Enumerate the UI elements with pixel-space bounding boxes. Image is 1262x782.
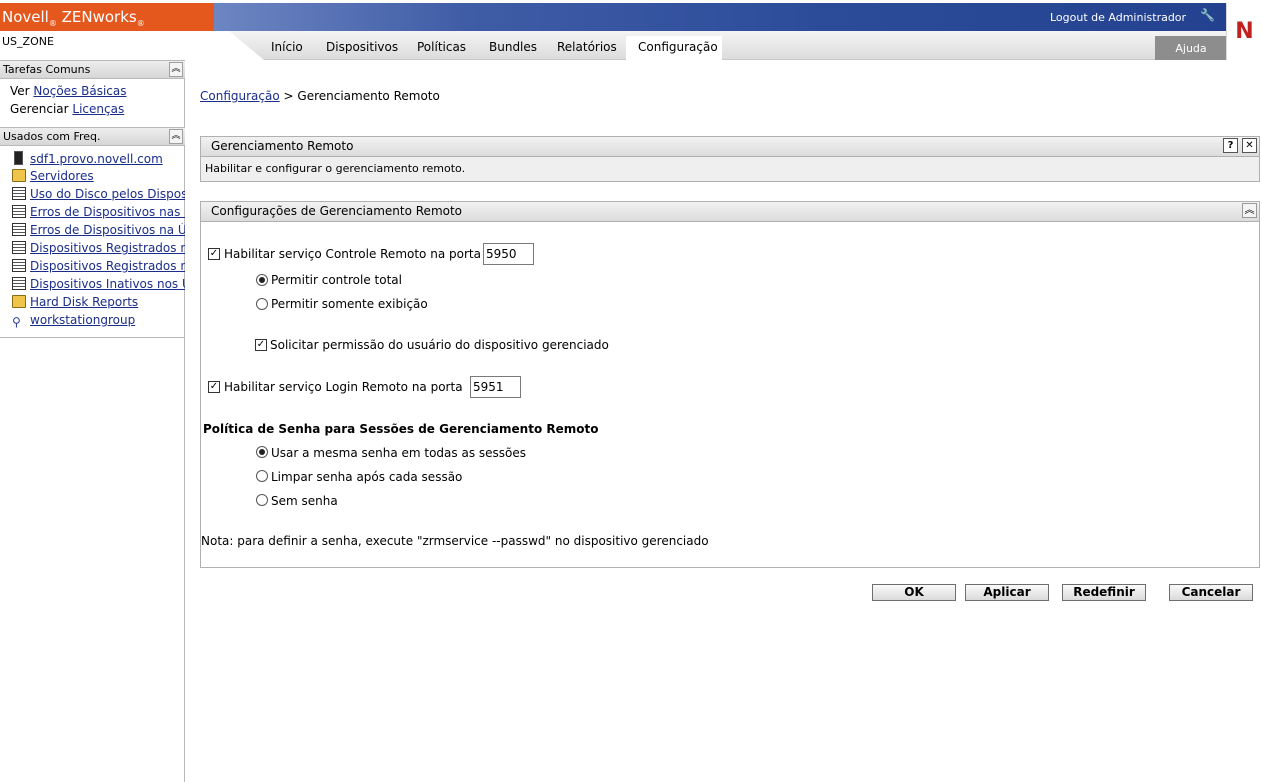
tab-relatorios[interactable]: Relatórios xyxy=(557,40,617,54)
view-only-label: Permitir somente exibição xyxy=(271,297,428,311)
report-icon xyxy=(12,205,26,218)
freq-link[interactable]: Uso do Disco pelos Dispositivos xyxy=(30,187,185,201)
freq-item[interactable]: Servidores xyxy=(12,169,185,187)
freq-item[interactable]: Erros de Dispositivos na Última xyxy=(12,223,185,241)
folder-icon xyxy=(12,295,26,308)
tab-politicas[interactable]: Políticas xyxy=(417,40,466,54)
ok-button[interactable]: OK xyxy=(872,584,956,601)
group-icon: ⚲ xyxy=(12,315,21,329)
tab-bundles[interactable]: Bundles xyxy=(489,40,537,54)
intro-panel-header: Gerenciamento Remoto ? ✕ xyxy=(200,136,1260,157)
password-clear-label: Limpar senha após cada sessão xyxy=(271,470,463,484)
report-icon xyxy=(12,259,26,272)
freq-link[interactable]: Servidores xyxy=(30,169,94,183)
full-control-radio[interactable] xyxy=(256,274,268,286)
ask-permission-checkbox[interactable]: ✓ xyxy=(255,339,267,351)
report-icon xyxy=(12,277,26,290)
intro-panel-title: Gerenciamento Remoto xyxy=(211,139,354,153)
app-header: Novell® ZENworks® Logout de Administrado… xyxy=(0,0,1262,60)
settings-panel-header: Configurações de Gerenciamento Remoto ︽ xyxy=(200,201,1260,222)
password-none-radio[interactable] xyxy=(256,494,268,506)
common-tasks-header: Tarefas Comuns ︽ xyxy=(0,60,185,79)
view-only-radio[interactable] xyxy=(256,298,268,310)
freq-link[interactable]: Dispositivos Inativos nos Últimos xyxy=(30,277,185,291)
collapse-icon[interactable]: ︽ xyxy=(169,62,183,77)
freq-item[interactable]: sdf1.provo.novell.com xyxy=(12,151,185,169)
breadcrumb: Configuração > Gerenciamento Remoto xyxy=(200,89,440,103)
freq-item[interactable]: Dispositivos Registrados nos xyxy=(12,241,185,259)
password-note: Nota: para definir a senha, execute "zrm… xyxy=(201,534,709,548)
intro-panel-description: Habilitar e configurar o gerenciamento r… xyxy=(205,162,466,175)
freq-link[interactable]: sdf1.provo.novell.com xyxy=(30,152,163,166)
freq-item[interactable]: Hard Disk Reports xyxy=(12,295,185,313)
breadcrumb-current: Gerenciamento Remoto xyxy=(297,89,440,103)
full-control-label: Permitir controle total xyxy=(271,273,402,287)
freq-link[interactable]: Erros de Dispositivos na Última xyxy=(30,223,185,237)
cancel-button[interactable]: Cancelar xyxy=(1169,584,1253,601)
folder-icon xyxy=(12,169,26,182)
remote-login-port-input[interactable] xyxy=(470,376,521,398)
freq-item[interactable]: Dispositivos Registrados nos xyxy=(12,259,185,277)
tab-dispositivos[interactable]: Dispositivos xyxy=(326,40,398,54)
remote-login-checkbox[interactable]: ✓ xyxy=(208,381,220,393)
remote-control-port-input[interactable] xyxy=(483,243,534,265)
password-same-label: Usar a mesma senha em todas as sessões xyxy=(271,446,527,460)
key-icon[interactable]: 🔧 xyxy=(1200,8,1215,22)
novell-zenworks-logo: Novell® ZENworks® xyxy=(0,3,214,31)
brand-zenworks: ZENworks xyxy=(61,8,137,26)
tab-inicio[interactable]: Início xyxy=(271,40,303,54)
ask-permission-label: Solicitar permissão do usuário do dispos… xyxy=(270,338,609,352)
report-icon xyxy=(12,223,26,236)
tab-configuracao[interactable]: Configuração xyxy=(638,40,718,54)
freq-item[interactable]: Erros de Dispositivos nas Últimas xyxy=(12,205,185,223)
intro-panel-body: Habilitar e configurar o gerenciamento r… xyxy=(200,157,1260,182)
collapse-icon[interactable]: ︽ xyxy=(169,129,183,144)
freq-link[interactable]: Dispositivos Registrados nos xyxy=(30,259,185,273)
freq-item[interactable]: Uso do Disco pelos Dispositivos xyxy=(12,187,185,205)
settings-panel-title: Configurações de Gerenciamento Remoto xyxy=(211,204,463,218)
common-tasks-title: Tarefas Comuns xyxy=(3,63,91,76)
freq-link[interactable]: Hard Disk Reports xyxy=(30,295,138,309)
remote-control-label: Habilitar serviço Controle Remoto na por… xyxy=(224,247,481,261)
server-icon xyxy=(14,151,23,165)
zone-bar: US_ZONE xyxy=(0,31,214,60)
task-link-basics[interactable]: Noções Básicas xyxy=(33,84,126,98)
brand-novell: Novell xyxy=(2,8,49,26)
breadcrumb-separator: > xyxy=(283,89,294,103)
task-prefix: Ver xyxy=(10,84,30,98)
remote-login-label: Habilitar serviço Login Remoto na porta xyxy=(224,380,463,394)
zone-label: US_ZONE xyxy=(2,35,54,48)
sidebar: Tarefas Comuns ︽ Ver Noções Básicas Gere… xyxy=(0,60,185,782)
frequently-used-title: Usados com Freq. xyxy=(3,130,101,143)
collapse-icon[interactable]: ︽ xyxy=(1242,203,1257,218)
password-same-radio[interactable] xyxy=(256,446,268,458)
breadcrumb-parent-link[interactable]: Configuração xyxy=(200,89,280,103)
registered-mark: ® xyxy=(136,19,145,28)
freq-item[interactable]: Dispositivos Inativos nos Últimos xyxy=(12,277,185,295)
task-prefix: Gerenciar xyxy=(10,102,69,116)
freq-link[interactable]: Dispositivos Registrados nos xyxy=(30,241,185,255)
freq-link[interactable]: workstationgroup xyxy=(30,313,135,327)
apply-button[interactable]: Aplicar xyxy=(965,584,1049,601)
logout-link[interactable]: Logout de Administrador xyxy=(1050,11,1186,24)
freq-item[interactable]: ⚲ workstationgroup xyxy=(12,313,185,331)
frequently-used-header: Usados com Freq. ︽ xyxy=(0,127,185,146)
close-icon[interactable]: ✕ xyxy=(1242,138,1257,153)
password-policy-heading: Política de Senha para Sessões de Gerenc… xyxy=(203,422,599,436)
report-icon xyxy=(12,187,26,200)
password-clear-radio[interactable] xyxy=(256,470,268,482)
novell-n-logo: N xyxy=(1226,3,1262,60)
reset-button[interactable]: Redefinir xyxy=(1062,584,1146,601)
registered-mark: ® xyxy=(48,19,57,28)
password-none-label: Sem senha xyxy=(271,494,338,508)
report-icon xyxy=(12,241,26,254)
help-icon[interactable]: ? xyxy=(1223,138,1238,153)
help-button[interactable]: Ajuda xyxy=(1155,36,1227,60)
task-link-licenses[interactable]: Licenças xyxy=(72,102,124,116)
task-item-basics: Ver Noções Básicas xyxy=(10,84,127,98)
sidebar-divider xyxy=(0,337,185,338)
remote-control-checkbox[interactable]: ✓ xyxy=(208,248,220,260)
task-item-licenses: Gerenciar Licenças xyxy=(10,102,124,116)
freq-link[interactable]: Erros de Dispositivos nas Últimas xyxy=(30,205,185,219)
